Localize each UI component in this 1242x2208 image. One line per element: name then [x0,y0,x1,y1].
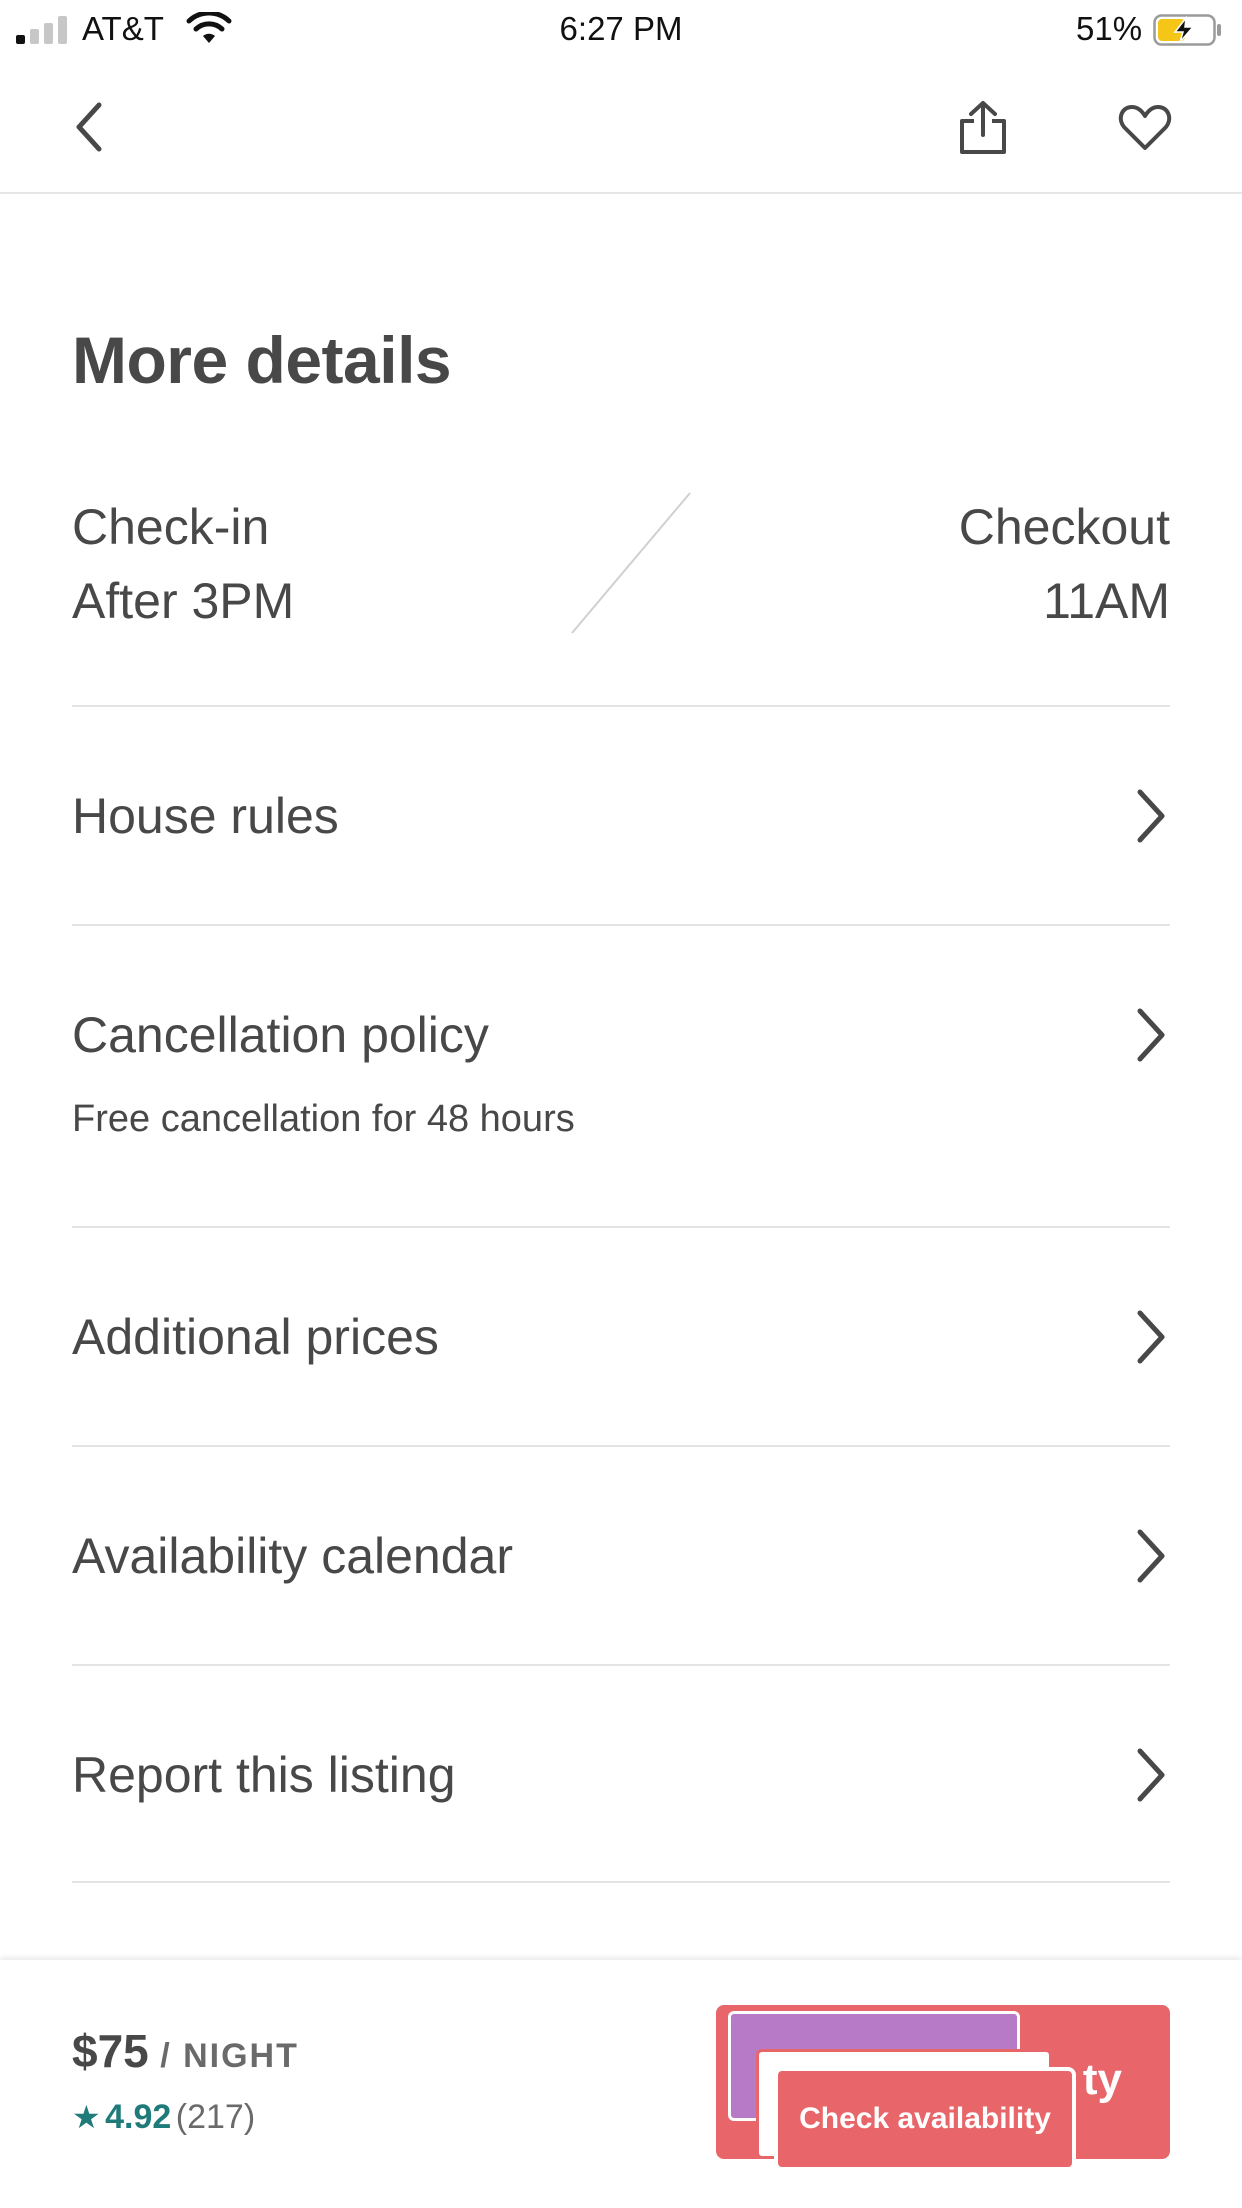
row-subtitle: Free cancellation for 48 hours [72,1098,575,1140]
row-title: House rules [72,788,339,844]
rating-line: ★ 4.92 (217) [72,2098,255,2137]
cta-ghost-label: ty [1082,2055,1122,2104]
booking-footer: $75 / NIGHT ★ 4.92 (217) ty Check availa… [0,1960,1242,2208]
star-icon: ★ [72,2099,101,2135]
checkout-label: Checkout [958,499,1170,555]
screen: AT&T 6:27 PM 51% More details Check-in A… [0,0,1242,2208]
row-additional-prices[interactable]: Additional prices [72,1226,1170,1445]
row-cancellation-policy[interactable]: Cancellation policy Free cancellation fo… [72,924,1170,1226]
checkout-info: Checkout 11AM [959,490,1170,638]
status-bar: AT&T 6:27 PM 51% [0,0,1242,60]
row-title: Report this listing [72,1747,456,1803]
check-availability-button[interactable]: Check availability [774,2067,1076,2171]
chevron-right-icon [1137,1008,1165,1062]
heart-icon [1118,105,1172,150]
row-title: Cancellation policy [72,1007,489,1063]
rating-value: 4.92 [105,2098,172,2136]
chevron-left-icon [76,102,102,152]
nav-bar [0,60,1242,194]
per-night-label: / NIGHT [148,2037,299,2075]
row-title: Availability calendar [72,1528,513,1584]
price-line: $75 / NIGHT [72,2024,299,2078]
save-favorite-button[interactable] [1110,92,1180,162]
check-availability-area: ty Check availability [716,2005,1170,2171]
chevron-right-icon [1137,1310,1165,1364]
row-title: Additional prices [72,1309,439,1365]
battery-percent: 51% [1076,10,1143,47]
share-button[interactable] [948,92,1018,162]
row-house-rules[interactable]: House rules [72,705,1170,924]
back-button[interactable] [54,92,124,162]
checkin-checkout: Check-in After 3PM Checkout 11AM [72,490,1170,640]
checkout-value: 11AM [1043,573,1170,629]
nightly-price: $75 [72,2025,149,2077]
review-count: (217) [175,2098,256,2136]
battery-charging-icon [1153,14,1221,46]
chevron-right-icon [1137,1748,1165,1802]
row-report-listing[interactable]: Report this listing [72,1664,1170,1883]
chevron-right-icon [1137,789,1165,843]
status-time: 6:27 PM [559,10,683,47]
divider-slash [571,492,691,634]
checkin-value: After 3PM [72,573,295,629]
chevron-right-icon [1137,1529,1165,1583]
row-availability-calendar[interactable]: Availability calendar [72,1445,1170,1664]
checkin-label: Check-in [72,499,270,555]
checkin-info: Check-in After 3PM [72,490,294,638]
page-title: More details [72,323,452,397]
share-icon [960,101,1006,154]
